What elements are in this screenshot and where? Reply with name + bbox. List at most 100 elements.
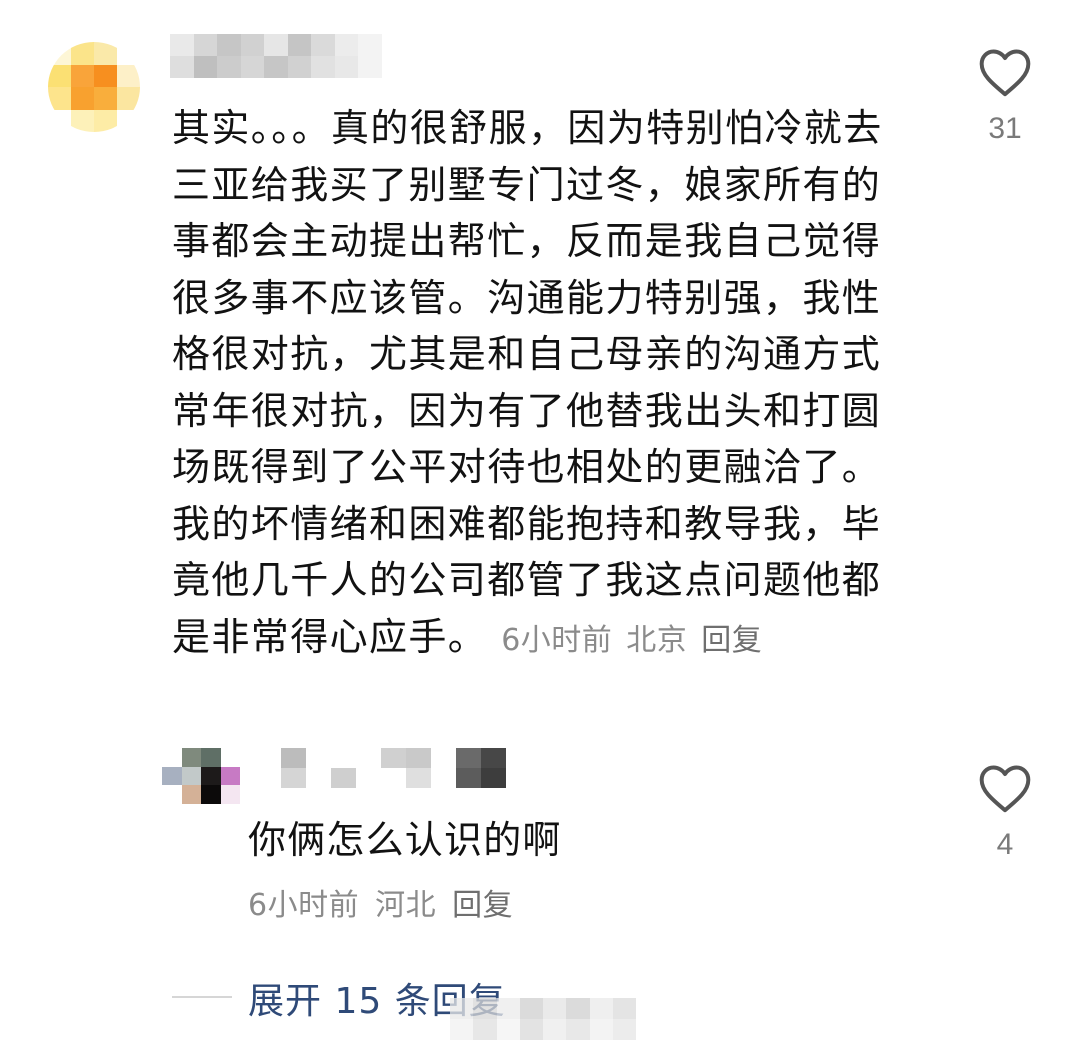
comment-meta: 6小时前 北京 回复 [487, 623, 762, 658]
mosaic-pixel [217, 56, 241, 78]
mosaic-pixel [181, 766, 201, 786]
comment-text: 你俩怎么认识的啊 [248, 818, 562, 862]
reply-button[interactable]: 回复 [452, 888, 513, 923]
mosaic-pixel [589, 1019, 613, 1040]
mosaic-pixel [281, 768, 306, 788]
mosaic-pixel [431, 768, 456, 788]
like-count: 4 [996, 828, 1014, 861]
mosaic-pixel [117, 42, 140, 65]
comment-meta: 6小时前 河北 回复 [248, 880, 513, 924]
mosaic-pixel [220, 766, 240, 786]
mosaic-pixel [381, 748, 406, 768]
mosaic-pixel [220, 785, 240, 804]
mosaic-pixel [496, 1019, 520, 1040]
mosaic-pixel [566, 1019, 590, 1040]
mosaic-pixel [311, 34, 335, 56]
mosaic-pixel [201, 785, 221, 804]
avatar[interactable] [162, 748, 240, 804]
comment-location: 河北 [375, 888, 437, 923]
mosaic-pixel [473, 1019, 497, 1040]
mosaic-pixel [311, 56, 335, 78]
mosaic-pixel [456, 748, 481, 768]
mosaic-pixel [481, 748, 506, 768]
mosaic-pixel [406, 748, 431, 768]
mosaic-pixel [201, 766, 221, 786]
heart-outline-icon [979, 765, 1031, 813]
mosaic-pixel [543, 998, 567, 1019]
mosaic-pixel [543, 1019, 567, 1040]
mosaic-pixel [256, 768, 281, 788]
mosaic-pixel [71, 109, 94, 132]
comment-text: 其实。。。真的很舒服，因为特别怕冷就去三亚给我买了别墅专门过冬，娘家所有的事都会… [172, 100, 912, 669]
mosaic-pixel [181, 748, 201, 767]
mosaic-pixel [170, 34, 194, 56]
mosaic-pixel [48, 109, 71, 132]
mosaic-pixel [201, 748, 221, 767]
avatar[interactable] [48, 42, 140, 132]
mosaic-pixel [170, 56, 194, 78]
mosaic-pixel [519, 998, 543, 1019]
mosaic-pixel [264, 56, 288, 78]
username-blurred[interactable] [170, 34, 382, 78]
mosaic-pixel [217, 34, 241, 56]
reply-button[interactable]: 回复 [701, 623, 762, 658]
mosaic-pixel [287, 56, 312, 78]
mosaic-pixel [71, 42, 94, 65]
comment-body: 其实。。。真的很舒服，因为特别怕冷就去三亚给我买了别墅专门过冬，娘家所有的事都会… [172, 106, 883, 659]
mosaic-pixel [71, 87, 94, 110]
mosaic-pixel [473, 998, 497, 1019]
mosaic-pixel [358, 34, 382, 56]
mosaic-pixel [94, 87, 117, 110]
mosaic-pixel [306, 748, 331, 768]
mosaic-pixel [264, 34, 288, 56]
mosaic-pixel [306, 768, 331, 788]
mosaic-pixel [450, 1019, 474, 1040]
comment-time: 6小时前 [501, 622, 613, 658]
comment-time: 6小时前 [248, 888, 360, 923]
mosaic-pixel [334, 34, 359, 56]
mosaic-pixel [240, 34, 265, 56]
mosaic-pixel [456, 768, 481, 788]
mosaic-pixel [94, 64, 117, 87]
mosaic-pixel [431, 748, 456, 768]
mosaic-pixel [94, 42, 117, 65]
mosaic-pixel [48, 42, 71, 65]
mosaic-pixel [450, 998, 474, 1019]
mosaic-pixel [240, 56, 265, 78]
mosaic-pixel [117, 64, 140, 87]
mosaic-pixel [193, 34, 218, 56]
mosaic-pixel [356, 748, 381, 768]
mosaic-pixel [334, 56, 359, 78]
divider [172, 996, 232, 998]
mosaic-pixel [162, 785, 182, 804]
mosaic-pixel [481, 768, 506, 788]
mosaic-pixel [331, 748, 356, 768]
mosaic-pixel [566, 998, 590, 1019]
mosaic-pixel [48, 87, 71, 110]
mosaic-pixel [193, 56, 218, 78]
watermark [450, 998, 636, 1040]
username-blurred[interactable] [256, 748, 506, 788]
mosaic-pixel [287, 34, 312, 56]
mosaic-pixel [519, 1019, 543, 1040]
mosaic-pixel [256, 748, 281, 768]
mosaic-pixel [162, 748, 182, 767]
mosaic-pixel [220, 748, 240, 767]
mosaic-pixel [281, 748, 306, 768]
mosaic-pixel [117, 87, 140, 110]
mosaic-pixel [612, 1019, 636, 1040]
mosaic-pixel [406, 768, 431, 788]
mosaic-pixel [71, 64, 94, 87]
mosaic-pixel [612, 998, 636, 1019]
mosaic-pixel [381, 768, 406, 788]
heart-outline-icon [979, 49, 1031, 97]
mosaic-pixel [589, 998, 613, 1019]
like-button[interactable]: 4 [970, 762, 1040, 862]
mosaic-pixel [162, 766, 182, 786]
mosaic-pixel [117, 109, 140, 132]
mosaic-pixel [356, 768, 381, 788]
comment-location: 北京 [626, 622, 688, 658]
mosaic-pixel [48, 64, 71, 87]
like-button[interactable]: 31 [970, 46, 1040, 146]
like-count: 31 [988, 112, 1022, 145]
